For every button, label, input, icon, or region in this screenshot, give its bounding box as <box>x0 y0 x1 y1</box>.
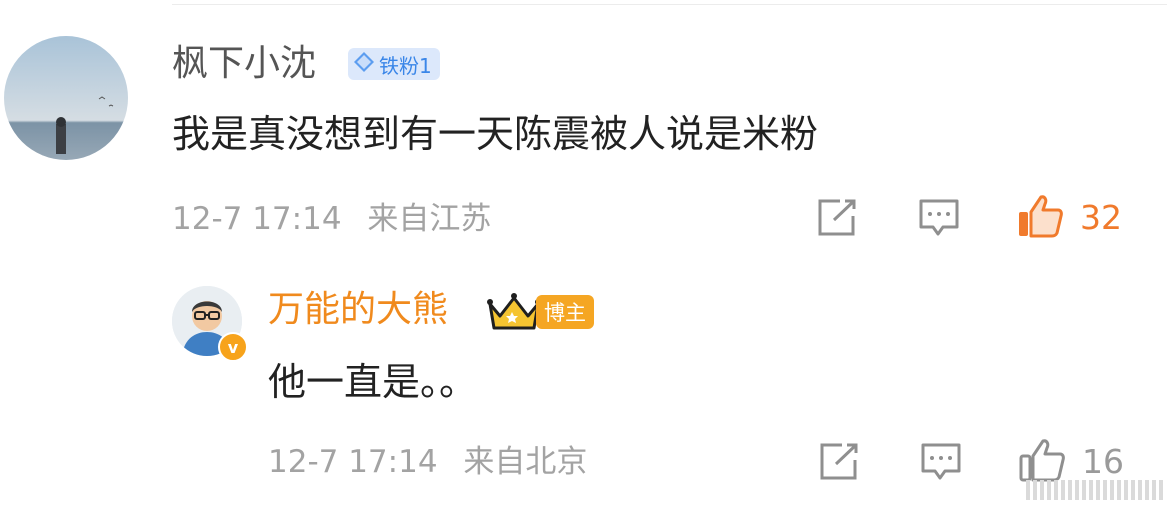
share-icon[interactable] <box>816 198 858 242</box>
like-count: 32 <box>1080 198 1122 237</box>
comment-meta: 12-7 17:14 来自江苏 <box>172 201 507 237</box>
timestamp: 12-7 17:14 <box>268 444 438 480</box>
like-icon[interactable] <box>1016 194 1064 244</box>
watermark <box>1013 476 1163 504</box>
comment-icon[interactable] <box>918 198 960 242</box>
share-icon[interactable] <box>818 442 860 486</box>
location: 来自江苏 <box>367 201 492 237</box>
comment-icon[interactable] <box>920 442 962 486</box>
comment-text: 我是真没想到有一天陈震被人说是米粉 <box>172 112 819 156</box>
comment-meta: 12-7 17:14 来自北京 <box>268 444 603 480</box>
verified-badge: v <box>218 332 248 362</box>
username[interactable]: 枫下小沈 <box>172 44 316 84</box>
fan-level-badge[interactable]: 铁粉1 <box>348 48 440 80</box>
location: 来自北京 <box>463 444 588 480</box>
fan-badge-label: 铁粉1 <box>379 53 432 78</box>
host-badge-label: 博主 <box>544 301 586 325</box>
avatar[interactable] <box>4 36 128 160</box>
crown-icon <box>486 290 542 336</box>
comment-text: 他一直是。。 <box>268 360 478 404</box>
timestamp: 12-7 17:14 <box>172 201 342 237</box>
host-badge[interactable]: 博主 <box>536 295 594 329</box>
like-count: 16 <box>1082 442 1124 481</box>
diamond-icon <box>352 50 376 78</box>
username[interactable]: 万能的大熊 <box>268 290 448 330</box>
divider <box>172 4 1167 5</box>
